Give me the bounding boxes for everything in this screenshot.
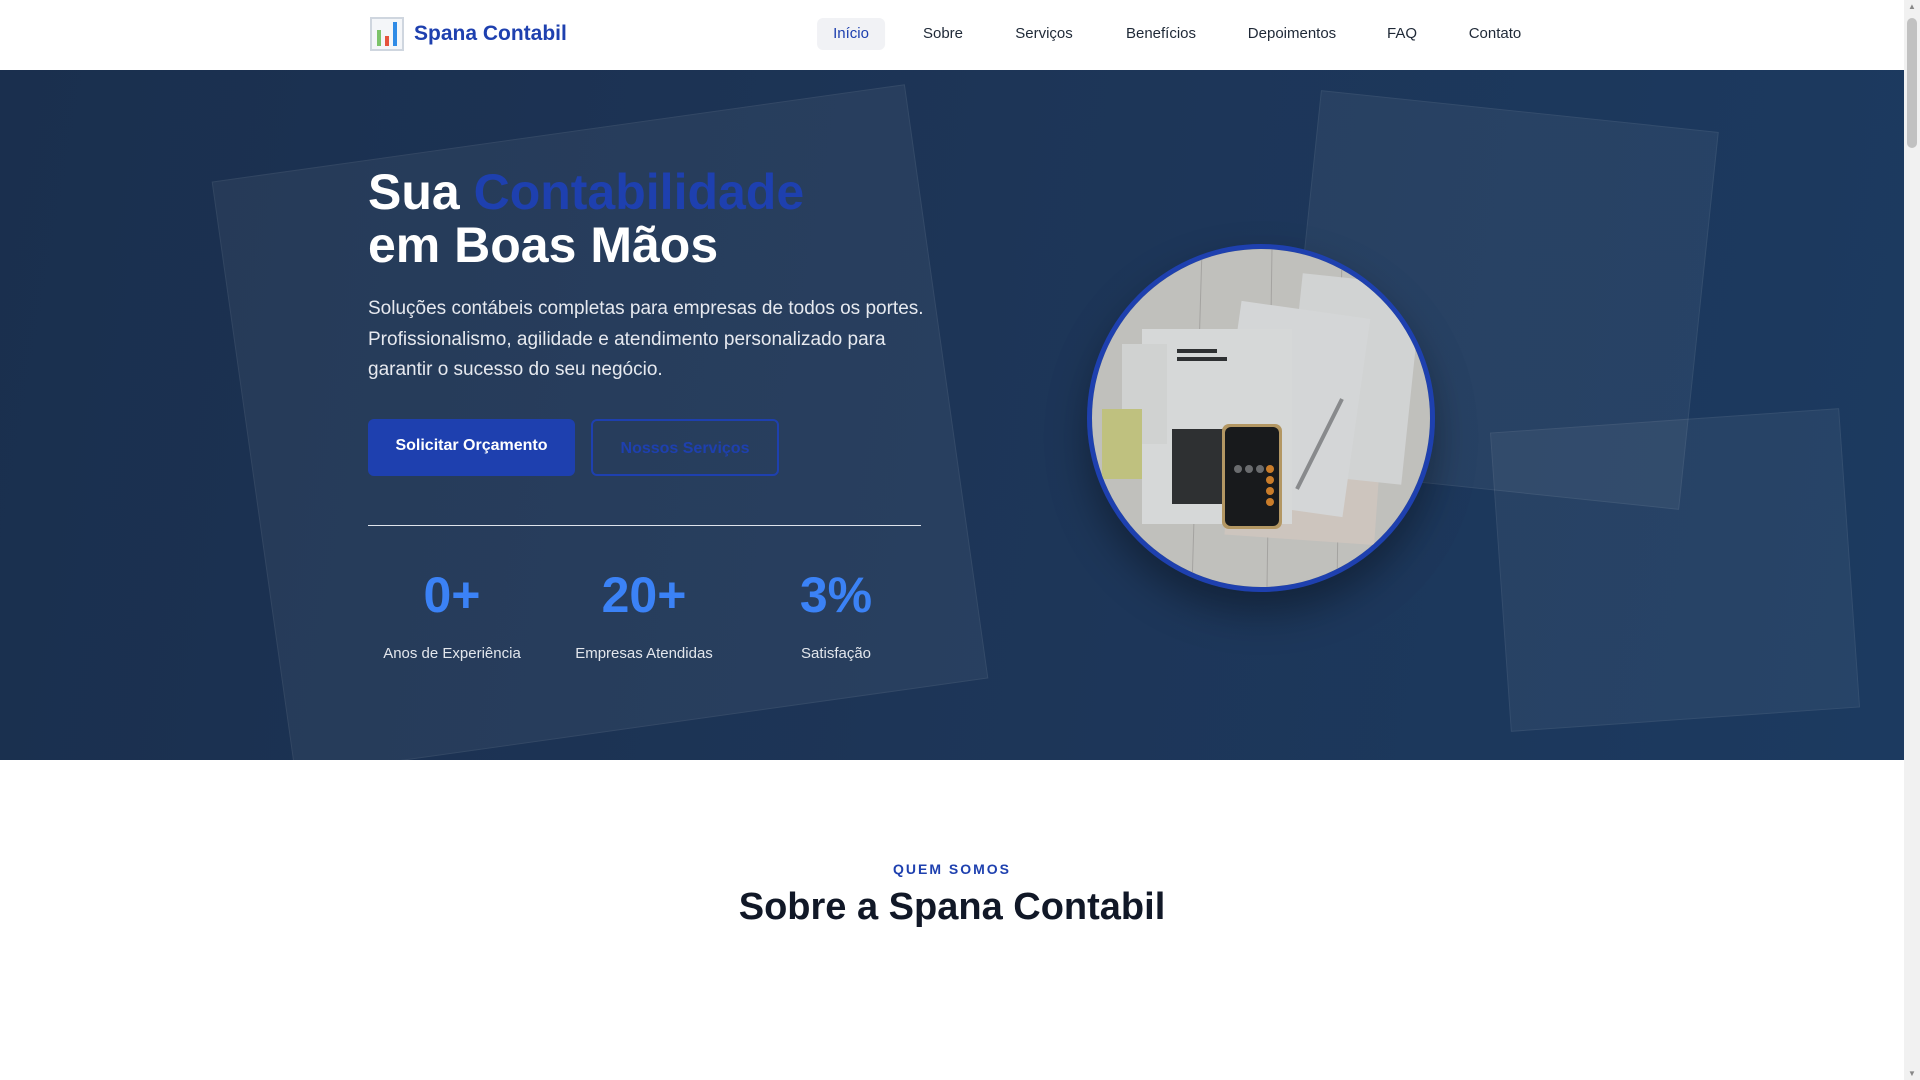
stat-label: Anos de Experiência xyxy=(383,645,521,662)
stat-value: 20+ xyxy=(601,567,687,623)
stat-experience: 0+ Anos de Experiência xyxy=(352,565,552,662)
page-scrollbar[interactable]: ▲ ▼ xyxy=(1904,0,1920,1080)
stat-value: 3% xyxy=(799,567,873,623)
brand-name[interactable]: Spana Contabil xyxy=(414,22,567,46)
nav-item-beneficios[interactable]: Benefícios xyxy=(1110,18,1212,50)
stat-label: Satisfação xyxy=(800,645,872,662)
hero-accounting-image xyxy=(1087,244,1435,592)
our-services-button[interactable]: Nossos Serviços xyxy=(591,419,779,476)
about-section: QUEM SOMOS Sobre a Spana Contabil xyxy=(0,760,1904,1080)
divider xyxy=(368,525,921,526)
nav-item-faq[interactable]: FAQ xyxy=(1371,18,1433,50)
scroll-up-arrow-icon[interactable]: ▲ xyxy=(1904,2,1920,11)
hero-title-part: Sua xyxy=(368,164,474,220)
section-eyebrow: QUEM SOMOS xyxy=(892,861,1011,877)
hero-title-accent: Contabilidade xyxy=(473,164,805,220)
bar-chart-logo-icon[interactable] xyxy=(370,17,404,51)
scroll-down-arrow-icon[interactable]: ▼ xyxy=(1904,1069,1920,1078)
nav-item-inicio[interactable]: Início xyxy=(817,18,885,50)
section-title: Sobre a Spana Contabil xyxy=(738,886,1166,928)
hero-section: Sua Contabilidade em Boas Mãos Soluções … xyxy=(0,70,1904,760)
scrollbar-thumb[interactable] xyxy=(1907,18,1917,148)
top-navbar: Spana Contabil Início Sobre Serviços Ben… xyxy=(0,0,1904,70)
stat-companies: 20+ Empresas Atendidas xyxy=(544,565,744,662)
stat-value: 0+ xyxy=(423,567,481,623)
background-document xyxy=(1489,408,1861,732)
nav-item-depoimentos[interactable]: Depoimentos xyxy=(1232,18,1352,50)
nav-item-servicos[interactable]: Serviços xyxy=(999,18,1089,50)
nav-item-sobre[interactable]: Sobre xyxy=(907,18,979,50)
nav-item-contato[interactable]: Contato xyxy=(1453,18,1538,50)
hero-lead: Soluções contábeis completas para empres… xyxy=(368,298,924,380)
stat-label: Empresas Atendidas xyxy=(575,645,713,662)
stat-satisfaction: 3% Satisfação xyxy=(736,565,936,662)
hero-title: Sua Contabilidade em Boas Mãos xyxy=(368,166,804,272)
request-quote-button[interactable]: Solicitar Orçamento xyxy=(368,419,575,476)
hero-title-line2: em Boas Mãos xyxy=(368,217,719,273)
